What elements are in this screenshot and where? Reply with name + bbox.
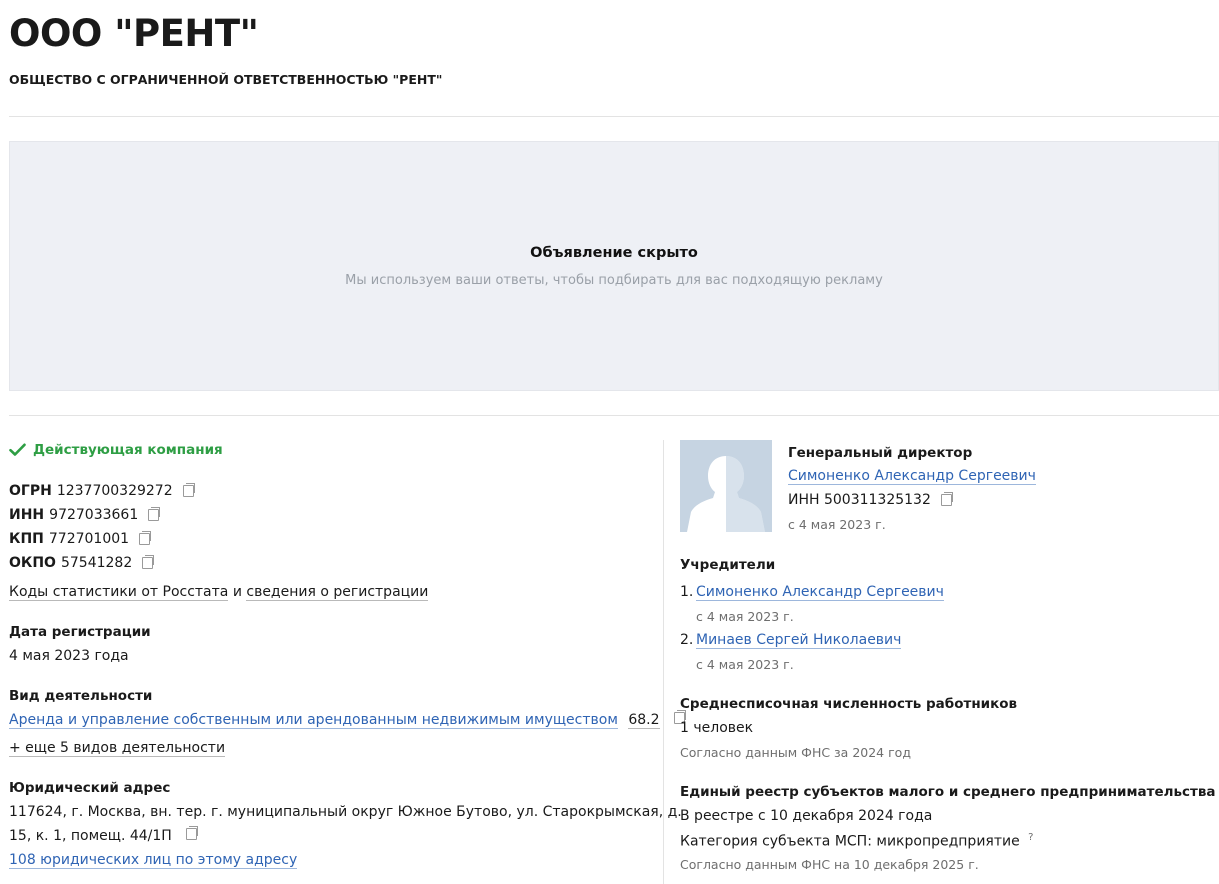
ogrn-label: ОГРН	[9, 483, 52, 499]
status-badge: Действующая компания	[9, 442, 223, 458]
activity-label: Вид деятельности	[9, 688, 153, 704]
founders-label: Учредители	[680, 557, 776, 573]
msp-category: Категория субъекта МСП: микропредприятие	[680, 833, 1020, 850]
address-line-2-row: 15, к. 1, помещ. 44/1П	[9, 826, 199, 844]
company-full-name: ОБЩЕСТВО С ОГРАНИЧЕННОЙ ОТВЕТСТВЕННОСТЬЮ…	[9, 72, 443, 87]
list-number: 1.	[680, 584, 694, 600]
activity-code[interactable]: 68.2	[628, 712, 660, 729]
copy-icon[interactable]	[940, 492, 953, 506]
founder-name-link[interactable]: Минаев Сергей Николаевич	[696, 632, 902, 649]
employees-source: Согласно данным ФНС за 2024 год	[680, 745, 911, 760]
msp-in-registry: В реестре с 10 декабря 2024 года	[680, 808, 933, 824]
ogrn-row: ОГРН 1237700329272	[9, 483, 195, 499]
address-entities-link[interactable]: 108 юридических лиц по этому адресу	[9, 852, 298, 869]
divider	[9, 116, 1219, 117]
msp-category-row: Категория субъекта МСП: микропредприятие…	[680, 832, 1033, 850]
msp-source: Согласно данным ФНС на 10 декабря 2025 г…	[680, 857, 979, 872]
status-label: Действующая компания	[33, 442, 223, 458]
more-activities: + еще 5 видов деятельности	[9, 740, 226, 757]
okpo-label: ОКПО	[9, 555, 56, 571]
divider	[9, 415, 1219, 416]
person-silhouette-icon	[680, 440, 772, 532]
list-item: 1. Симоненко Александр Сергеевич	[680, 584, 944, 601]
employees-value: 1 человек	[680, 720, 754, 736]
stats-joiner: и	[228, 584, 247, 600]
founder-since: с 4 мая 2023 г.	[696, 609, 794, 624]
address-line-2: 15, к. 1, помещ. 44/1П	[9, 828, 172, 844]
ad-block: Объявление скрыто Мы используем ваши отв…	[9, 141, 1219, 391]
director-role: Генеральный директор	[788, 445, 973, 461]
rosstat-codes-link[interactable]: Коды статистики от Росстата	[9, 584, 229, 601]
employees-label: Среднесписочная численность работников	[680, 696, 1018, 712]
kpp-row: КПП 772701001	[9, 531, 152, 547]
director-name-link[interactable]: Симоненко Александр Сергеевич	[788, 468, 1036, 485]
activity-row: Аренда и управление собственным или арен…	[9, 710, 686, 729]
msp-label: Единый реестр субъектов малого и среднег…	[680, 784, 1216, 800]
copy-icon[interactable]	[186, 826, 199, 840]
registration-date-value: 4 мая 2023 года	[9, 648, 129, 664]
registration-date-label: Дата регистрации	[9, 624, 151, 640]
list-item: 2. Минаев Сергей Николаевич	[680, 632, 902, 649]
kpp-label: КПП	[9, 531, 44, 547]
company-page: ООО "РЕНТ" ОБЩЕСТВО С ОГРАНИЧЕННОЙ ОТВЕТ…	[0, 0, 1219, 884]
check-icon	[9, 443, 26, 457]
page-title: ООО "РЕНТ"	[9, 12, 259, 55]
address-line-1: 117624, г. Москва, вн. тер. г. муниципал…	[9, 804, 682, 820]
help-icon[interactable]: ?	[1028, 832, 1033, 843]
okpo-row: ОКПО 57541282	[9, 555, 155, 571]
copy-icon[interactable]	[142, 555, 155, 569]
director-inn: ИНН 500311325132	[788, 492, 931, 508]
avatar	[680, 440, 772, 532]
copy-icon[interactable]	[182, 483, 195, 497]
director-inn-row: ИНН 500311325132	[788, 492, 953, 508]
director-since: с 4 мая 2023 г.	[788, 517, 886, 532]
ad-subtitle: Мы используем ваши ответы, чтобы подбира…	[345, 273, 883, 288]
okpo-value: 57541282	[60, 555, 133, 571]
founder-name-link[interactable]: Симоненко Александр Сергеевич	[696, 584, 944, 601]
copy-icon[interactable]	[148, 507, 161, 521]
director-name-row: Симоненко Александр Сергеевич	[788, 468, 1036, 485]
inn-label: ИНН	[9, 507, 45, 523]
ad-title: Объявление скрыто	[530, 245, 698, 261]
inn-value: 9727033661	[49, 507, 139, 523]
kpp-value: 772701001	[48, 531, 130, 547]
founder-since: с 4 мая 2023 г.	[696, 657, 794, 672]
more-activities-link[interactable]: + еще 5 видов деятельности	[9, 740, 226, 757]
list-number: 2.	[680, 632, 694, 648]
copy-icon[interactable]	[139, 531, 152, 545]
inn-row: ИНН 9727033661	[9, 507, 161, 523]
address-entities: 108 юридических лиц по этому адресу	[9, 852, 298, 869]
main-activity-link[interactable]: Аренда и управление собственным или арен…	[9, 712, 618, 729]
stats-links: Коды статистики от Росстата и сведения о…	[9, 584, 429, 601]
registration-info-link[interactable]: сведения о регистрации	[246, 584, 429, 601]
address-label: Юридический адрес	[9, 780, 171, 796]
ogrn-value: 1237700329272	[56, 483, 173, 499]
